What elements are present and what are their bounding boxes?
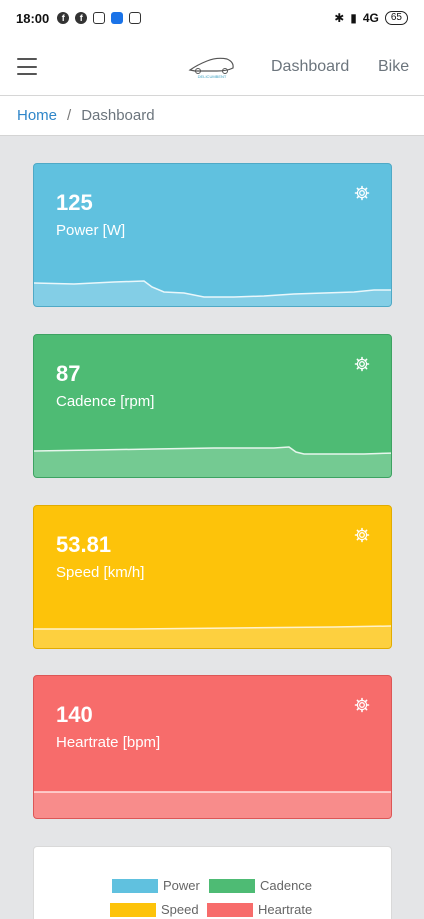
legend-label: Speed [161,902,199,917]
nav-dashboard-link[interactable]: Dashboard [271,58,349,76]
power-label: Power [W] [56,222,126,239]
legend-swatch [209,878,255,893]
breadcrumb-separator: / [67,107,72,124]
navbar: DELICUMBENT Dashboard Bike [0,36,424,96]
gear-icon[interactable] [354,697,370,713]
speed-value: 53.81 [56,532,112,557]
network-type: 4G [362,11,379,25]
legend-swatch [112,878,158,893]
breadcrumb: Home / Dashboard [0,96,424,136]
gear-icon[interactable] [354,185,370,201]
notification-icon [93,12,106,24]
speed-label: Speed [km/h] [56,564,145,581]
legend-swatch [110,902,156,917]
breadcrumb-home-link[interactable]: Home [17,107,57,124]
battery-icon: 65 [384,11,408,25]
cadence-card: 87 Cadence [rpm] [33,334,392,478]
heartrate-sparkline [34,791,391,818]
legend-label: Power [163,878,200,893]
cadence-sparkline [34,446,391,477]
facebook-icon: f [75,12,88,24]
speed-sparkline [34,625,391,648]
cadence-label: Cadence [rpm] [56,393,155,410]
facebook-icon: f [57,12,70,24]
legend-item-cadence[interactable]: Cadence [209,878,312,893]
speed-card: 53.81 Speed [km/h] [33,505,392,649]
status-bar: 18:00 f f ✱ ▮ 4G 65 [0,0,424,36]
heartrate-card: 140 Heartrate [bpm] [33,675,392,819]
legend-card: Power Cadence Speed Heartrate [33,846,392,919]
cadence-value: 87 [56,361,81,386]
breadcrumb-current: Dashboard [81,107,155,124]
power-value: 125 [56,190,93,215]
legend-swatch [207,902,253,917]
gear-icon[interactable] [354,527,370,543]
app-notification-icon [111,12,124,24]
gear-icon[interactable] [354,356,370,372]
legend-label: Heartrate [258,902,313,917]
bluetooth-icon: ✱ [334,11,345,25]
power-sparkline [34,280,391,306]
status-time: 18:00 [16,10,50,26]
delicumbent-logo[interactable]: DELICUMBENT [187,53,237,79]
power-card: 125 Power [W] [33,163,392,307]
nav-bike-link[interactable]: Bike [378,58,409,76]
logo-text: DELICUMBENT [198,74,227,79]
menu-icon[interactable] [17,58,37,75]
battery-level: 65 [390,12,402,23]
signal-icon: ▮ [350,11,357,25]
legend-label: Cadence [260,878,313,893]
heartrate-value: 140 [56,702,93,727]
legend-item-speed[interactable]: Speed [110,902,199,917]
legend-item-heartrate[interactable]: Heartrate [207,902,312,917]
heartrate-label: Heartrate [bpm] [56,734,161,751]
notification-icon [129,12,142,24]
legend-item-power[interactable]: Power [112,878,200,893]
